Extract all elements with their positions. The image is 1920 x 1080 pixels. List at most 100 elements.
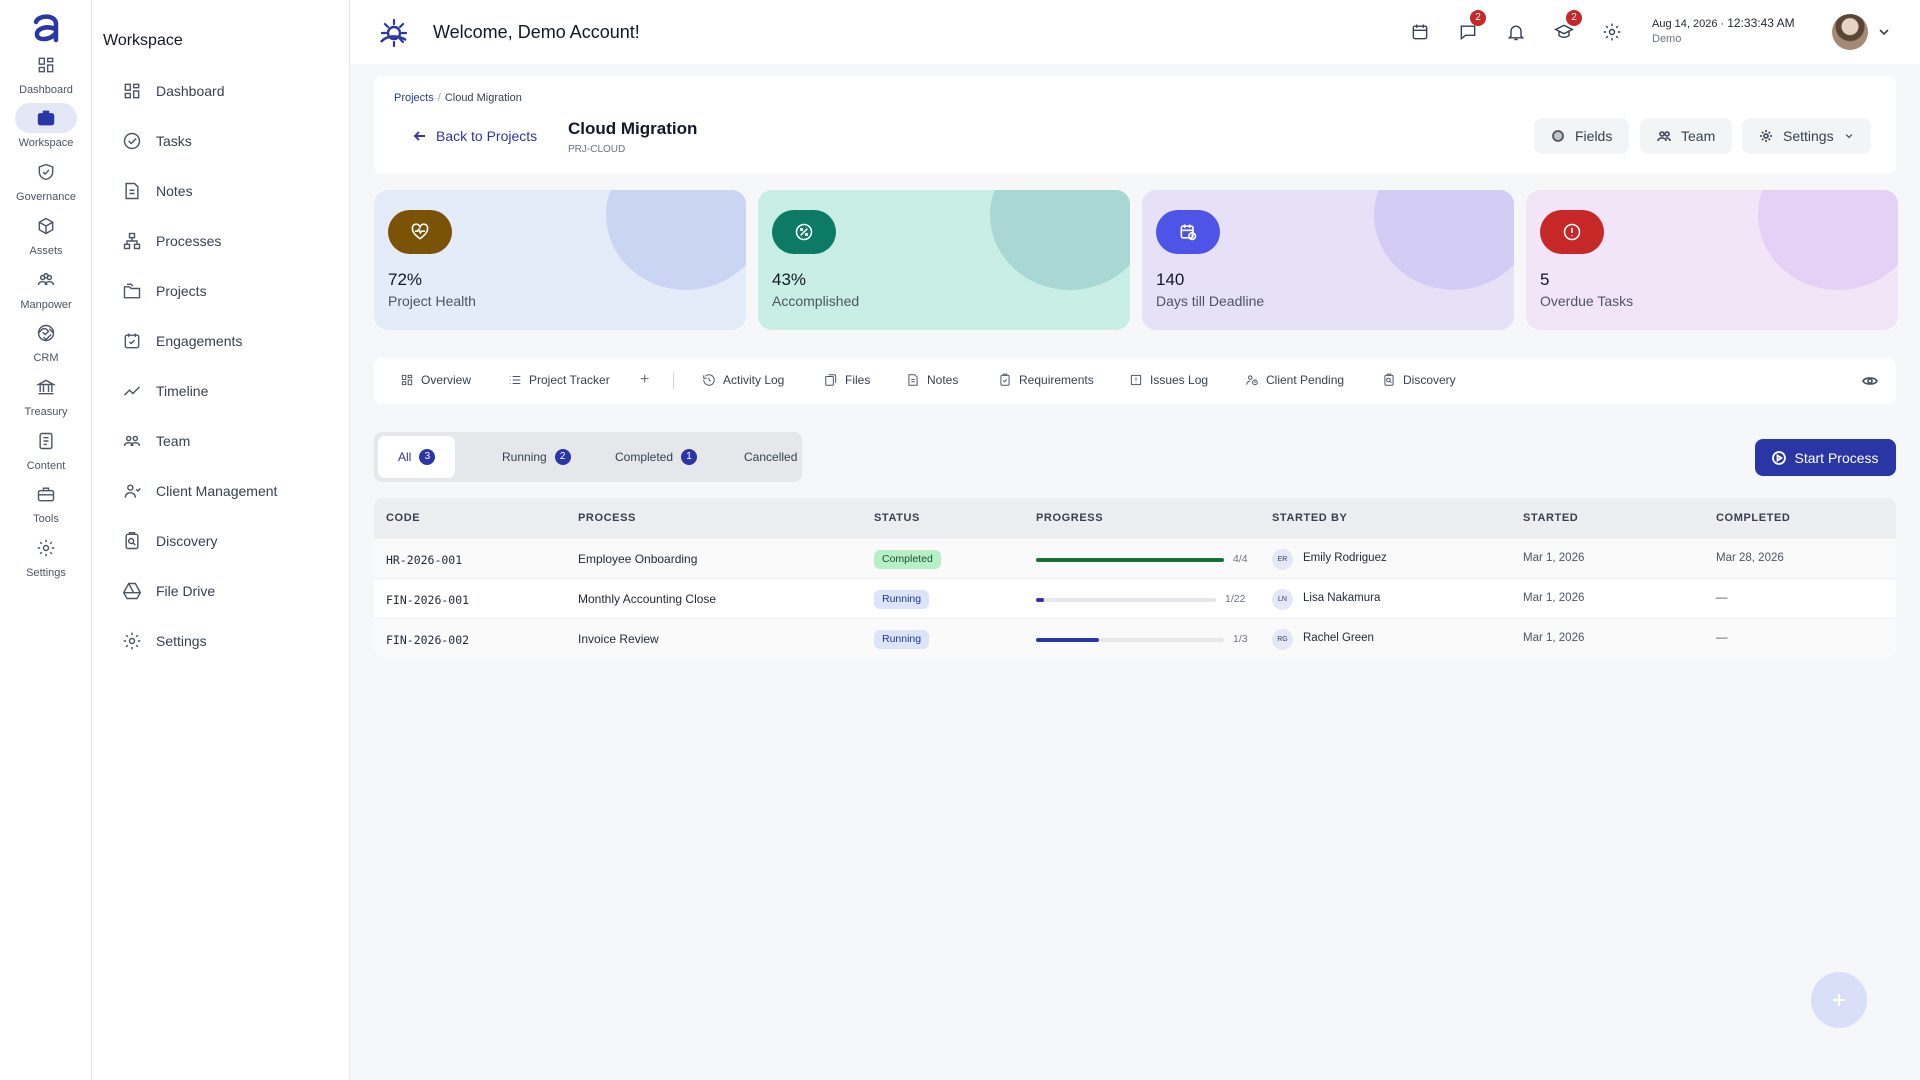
hierarchy-icon: [122, 231, 142, 251]
tab-divider: [673, 373, 674, 389]
tab-overview[interactable]: Overview: [400, 373, 471, 387]
fields-button[interactable]: Fields: [1534, 118, 1630, 154]
team-label: Team: [1681, 128, 1716, 144]
calendar-clock-icon: [1156, 210, 1220, 254]
add-tab-button[interactable]: +: [640, 371, 649, 389]
stat-card-accomplished: 43% Accomplished: [758, 190, 1130, 330]
rail-item-assets[interactable]: Assets: [0, 211, 92, 257]
table-row[interactable]: FIN-2026-002 Invoice Review Running 1/3 …: [374, 618, 1896, 658]
files-icon: [824, 373, 838, 387]
filter-label: Running: [502, 450, 547, 464]
column-header[interactable]: STATUS: [874, 512, 920, 524]
sidebar-item-tasks[interactable]: Tasks: [122, 128, 192, 154]
note-icon: [122, 181, 142, 201]
sidebar-item-projects[interactable]: Projects: [122, 278, 207, 304]
discovery-icon: [122, 531, 142, 551]
bell-icon[interactable]: [1504, 20, 1528, 44]
sidebar-item-team[interactable]: Team: [122, 428, 190, 454]
gear-icon[interactable]: [1600, 20, 1624, 44]
tab-project-tracker[interactable]: Project Tracker: [508, 373, 610, 387]
rail-item-treasury[interactable]: Treasury: [0, 372, 92, 418]
sidebar-item-label: Dashboard: [156, 83, 225, 99]
column-header[interactable]: STARTED: [1523, 512, 1578, 524]
tab-requirements[interactable]: Requirements: [998, 373, 1094, 387]
fields-label: Fields: [1575, 128, 1613, 144]
sidebar-item-processes[interactable]: Processes: [122, 228, 221, 254]
completed-date: —: [1716, 632, 1728, 644]
settings-dropdown-button[interactable]: Settings: [1742, 118, 1871, 154]
graduation-cap-icon[interactable]: 2: [1552, 10, 1582, 44]
stat-card-overdue-tasks: 5 Overdue Tasks: [1526, 190, 1898, 330]
messages-icon[interactable]: 2: [1456, 10, 1486, 44]
rail-item-label: Assets: [29, 245, 63, 257]
plus-icon: [1830, 991, 1848, 1009]
rail-item-crm[interactable]: CRM: [0, 318, 92, 364]
column-header[interactable]: CODE: [386, 512, 420, 524]
rail-item-content[interactable]: Content: [0, 426, 92, 472]
sidebar-item-timeline[interactable]: Timeline: [122, 378, 208, 404]
rail-item-label: Workspace: [18, 137, 74, 149]
rail-item-label: CRM: [33, 352, 59, 364]
app-logo-icon[interactable]: [28, 10, 64, 46]
column-header[interactable]: PROGRESS: [1036, 512, 1103, 524]
filter-all[interactable]: All 3: [378, 436, 456, 478]
rail-item-governance[interactable]: Governance: [0, 157, 92, 203]
stat-label: Accomplished: [772, 293, 860, 309]
calendar-icon[interactable]: [1408, 20, 1432, 44]
back-to-projects-button[interactable]: Back to Projects: [412, 128, 537, 144]
filter-running[interactable]: Running 2: [482, 436, 591, 478]
tab-issues-log[interactable]: Issues Log: [1129, 373, 1208, 387]
sidebar-item-discovery[interactable]: Discovery: [122, 528, 217, 554]
rail-item-tools[interactable]: Tools: [0, 479, 92, 525]
tab-client-pending[interactable]: Client Pending: [1245, 373, 1344, 387]
team-icon: [1657, 129, 1671, 143]
sidebar-item-label: Client Management: [156, 483, 278, 499]
floating-add-button[interactable]: [1811, 972, 1867, 1028]
tab-activity-log[interactable]: Activity Log: [702, 373, 784, 387]
breadcrumb-current: Cloud Migration: [444, 92, 522, 104]
discovery-icon: [1382, 373, 1396, 387]
team-button[interactable]: Team: [1640, 118, 1733, 154]
column-header[interactable]: STARTED BY: [1272, 512, 1347, 524]
column-header[interactable]: PROCESS: [578, 512, 636, 524]
start-process-button[interactable]: Start Process: [1755, 439, 1896, 476]
process-name[interactable]: Invoice Review: [578, 632, 659, 646]
sidebar-item-file-drive[interactable]: File Drive: [122, 578, 215, 604]
table-row[interactable]: HR-2026-001 Employee Onboarding Complete…: [374, 538, 1896, 578]
tab-notes[interactable]: Notes: [906, 373, 958, 387]
sidebar-item-notes[interactable]: Notes: [122, 178, 193, 204]
eye-icon[interactable]: [1862, 373, 1878, 389]
rail-item-workspace[interactable]: Workspace: [0, 103, 92, 149]
column-header[interactable]: COMPLETED: [1716, 512, 1790, 524]
stat-card-decoration: [1374, 190, 1514, 290]
cube-icon: [15, 211, 77, 241]
progress-bar-fill: [1036, 598, 1045, 602]
rail-item-manpower[interactable]: Manpower: [0, 265, 92, 311]
sidebar-item-engagements[interactable]: Engagements: [122, 328, 242, 354]
rail-item-settings[interactable]: Settings: [0, 533, 92, 579]
sidebar-item-settings[interactable]: Settings: [122, 628, 207, 654]
started-by: Lisa Nakamura: [1303, 592, 1381, 604]
tab-files[interactable]: Files: [824, 373, 870, 387]
rail-item-label: Manpower: [20, 299, 72, 311]
started-date: Mar 1, 2026: [1523, 552, 1585, 564]
breadcrumb-projects-link[interactable]: Projects: [394, 92, 434, 104]
sidebar-item-client-management[interactable]: Client Management: [122, 478, 277, 504]
rail-item-dashboard[interactable]: Dashboard: [0, 50, 92, 96]
table-row[interactable]: FIN-2026-001 Monthly Accounting Close Ru…: [374, 578, 1896, 618]
history-icon: [702, 373, 716, 387]
filter-cancelled[interactable]: Cancelled: [724, 436, 817, 478]
process-name[interactable]: Monthly Accounting Close: [578, 592, 716, 606]
tab-discovery[interactable]: Discovery: [1382, 373, 1456, 387]
progress-count: 4/4: [1233, 553, 1248, 565]
sidebar-item-dashboard[interactable]: Dashboard: [122, 78, 225, 104]
process-name[interactable]: Employee Onboarding: [578, 552, 697, 566]
user-avatar[interactable]: [1832, 14, 1868, 50]
calendar-check-icon: [122, 331, 142, 351]
filter-completed[interactable]: Completed 1: [595, 436, 717, 478]
stat-card-days-till-deadline: 140 Days till Deadline: [1142, 190, 1514, 330]
tab-label: Client Pending: [1266, 373, 1345, 387]
chevron-down-icon[interactable]: [1878, 26, 1890, 38]
table-header: CODE PROCESS STATUS PROGRESS STARTED BY START…: [374, 498, 1896, 538]
sidebar-item-label: Engagements: [156, 333, 243, 349]
